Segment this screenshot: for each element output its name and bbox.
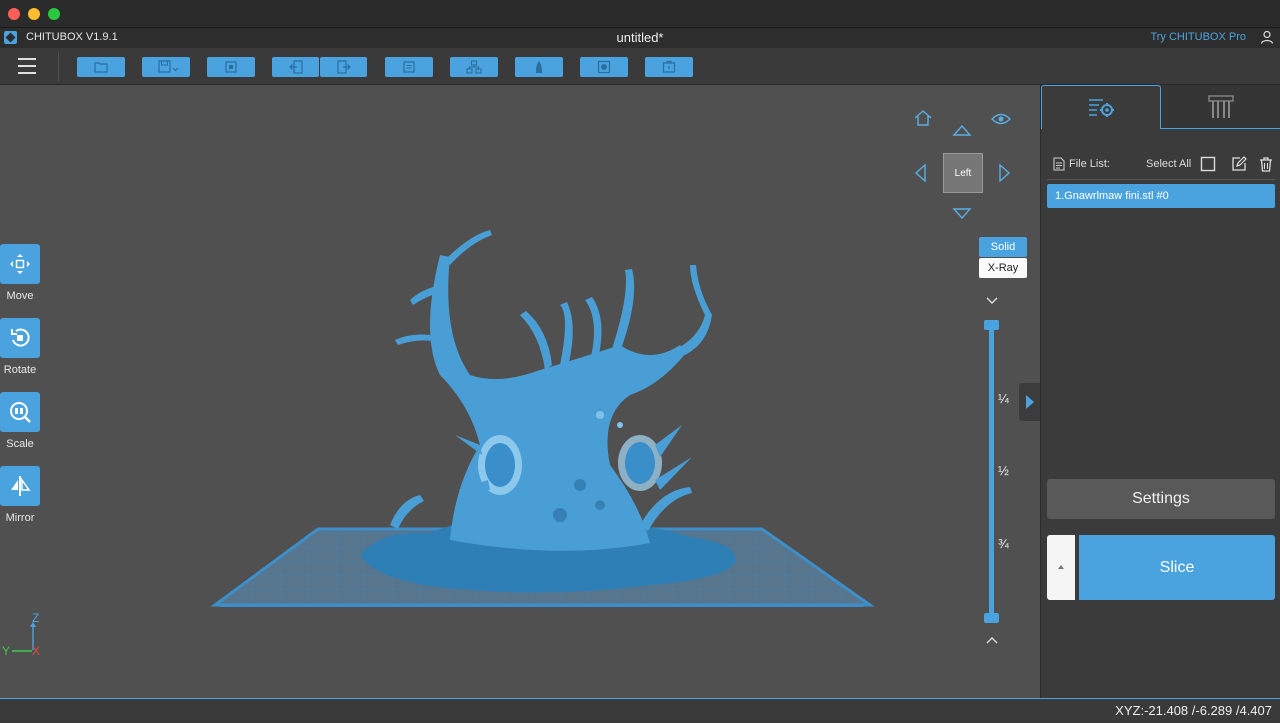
hollow-icon: [597, 60, 611, 74]
solid-mode-button[interactable]: Solid: [979, 237, 1027, 257]
chevron-down-icon[interactable]: [985, 296, 999, 306]
select-all-label[interactable]: Select All: [1146, 158, 1191, 170]
minimize-window-button[interactable]: [28, 8, 40, 20]
layer-slider-track[interactable]: [989, 325, 994, 619]
document-title: untitled*: [616, 30, 664, 45]
hollow-button[interactable]: [580, 57, 628, 77]
panel-collapse-button[interactable]: [1019, 383, 1040, 421]
copy-button[interactable]: [385, 57, 433, 77]
hamburger-menu-icon[interactable]: [18, 58, 36, 74]
settings-button[interactable]: Settings: [1047, 479, 1275, 519]
eye-view-icon[interactable]: [991, 112, 1011, 126]
trash-icon[interactable]: [1258, 156, 1274, 172]
chevron-right-icon: [1026, 395, 1034, 409]
slice-options-button[interactable]: [1047, 535, 1075, 600]
move-tool[interactable]: Move: [0, 244, 40, 302]
window-titlebar: [0, 0, 1280, 28]
try-pro-link[interactable]: Try CHITUBOX Pro: [1150, 31, 1246, 43]
mirror-icon: [11, 476, 31, 496]
axis-y-label: Y: [2, 644, 10, 658]
model-button[interactable]: [450, 57, 498, 77]
dig-hole-icon: [662, 60, 676, 73]
view-right-arrow-icon[interactable]: [998, 163, 1012, 183]
scale-tool-button[interactable]: [0, 392, 40, 432]
auto-layout-icon: [225, 61, 237, 73]
chevron-up-icon[interactable]: [985, 635, 999, 645]
tab-model-settings[interactable]: [1041, 85, 1161, 129]
rotate-icon: [11, 328, 30, 347]
status-bar: XYZ:-21.408 /-6.289 /4.407: [0, 698, 1280, 723]
open-file-icon: [94, 62, 108, 73]
rotate-tool-button[interactable]: [0, 318, 40, 358]
slider-mark-three-quarter: ¾: [998, 536, 1009, 551]
slice-controls: Slice: [1047, 535, 1275, 600]
axis-gizmo: Z Y X: [2, 611, 40, 658]
home-view-icon[interactable]: [913, 109, 933, 127]
tab-supports[interactable]: [1161, 85, 1280, 129]
save-button[interactable]: [142, 57, 190, 77]
copy-icon: [403, 61, 415, 73]
view-left-arrow-icon[interactable]: [913, 163, 927, 183]
auto-layout-button[interactable]: [207, 57, 255, 77]
undo-button[interactable]: [272, 57, 319, 77]
mirror-tool-button[interactable]: [0, 466, 40, 506]
edit-icon[interactable]: [1231, 156, 1247, 172]
file-list-header: File List: Select All: [1049, 155, 1277, 175]
rotate-tool-label: Rotate: [3, 364, 37, 376]
move-icon: [10, 254, 30, 274]
model-settings-icon: [1089, 98, 1114, 117]
right-panel: File List: Select All 1.Gnawrlmaw fini.s…: [1040, 85, 1280, 698]
save-icon: [158, 60, 179, 73]
redo-icon: [336, 60, 351, 74]
axis-x-label: X: [32, 644, 40, 658]
scale-tool-label: Scale: [6, 438, 34, 450]
redo-button[interactable]: [320, 57, 367, 77]
xray-mode-button[interactable]: X-Ray: [979, 258, 1027, 278]
undo-icon: [288, 60, 303, 74]
model-icon: [466, 60, 482, 74]
3d-viewport[interactable]: Move Rotate Scale Mirror Left Solid X-Ra…: [0, 85, 1040, 698]
mirror-tool-label: Mirror: [5, 512, 35, 524]
document-icon: [1053, 157, 1065, 171]
app-header: CHITUBOX V1.9.1 untitled* Try CHITUBOX P…: [0, 28, 1280, 48]
view-cube[interactable]: Left: [943, 153, 983, 193]
file-list-divider: [1047, 179, 1275, 180]
list-item[interactable]: 1.Gnawrlmaw fini.stl #0: [1047, 184, 1275, 208]
cursor-coordinates: XYZ:-21.408 /-6.289 /4.407: [1115, 703, 1272, 718]
zoom-window-button[interactable]: [48, 8, 60, 20]
supports-icon: [1208, 94, 1234, 118]
support-icon: [536, 61, 542, 73]
model-scene[interactable]: [0, 85, 1040, 698]
file-list-label: File List:: [1069, 158, 1110, 170]
select-all-checkbox[interactable]: [1200, 156, 1216, 172]
main-toolbar: [0, 48, 1280, 85]
rotate-tool[interactable]: Rotate: [0, 318, 40, 376]
dig-hole-button[interactable]: [645, 57, 693, 77]
support-button[interactable]: [515, 57, 563, 77]
move-tool-button[interactable]: [0, 244, 40, 284]
layer-slider-bottom-handle[interactable]: [984, 613, 999, 623]
user-icon[interactable]: [1260, 30, 1274, 44]
open-file-button[interactable]: [77, 57, 125, 77]
layer-slider-top-handle[interactable]: [984, 320, 999, 330]
view-bottom-arrow-icon[interactable]: [952, 207, 972, 221]
mirror-tool[interactable]: Mirror: [0, 466, 40, 524]
close-window-button[interactable]: [8, 8, 20, 20]
move-tool-label: Move: [6, 290, 34, 302]
view-top-arrow-icon[interactable]: [952, 123, 972, 137]
slice-button[interactable]: Slice: [1079, 535, 1275, 600]
toolbar-divider: [58, 52, 59, 81]
scale-tool[interactable]: Scale: [0, 392, 40, 450]
3d-model: [360, 230, 736, 593]
scale-icon: [10, 402, 31, 423]
axis-z-label: Z: [32, 611, 39, 625]
slider-mark-quarter: ¼: [998, 391, 1009, 406]
slider-mark-half: ½: [998, 463, 1009, 478]
